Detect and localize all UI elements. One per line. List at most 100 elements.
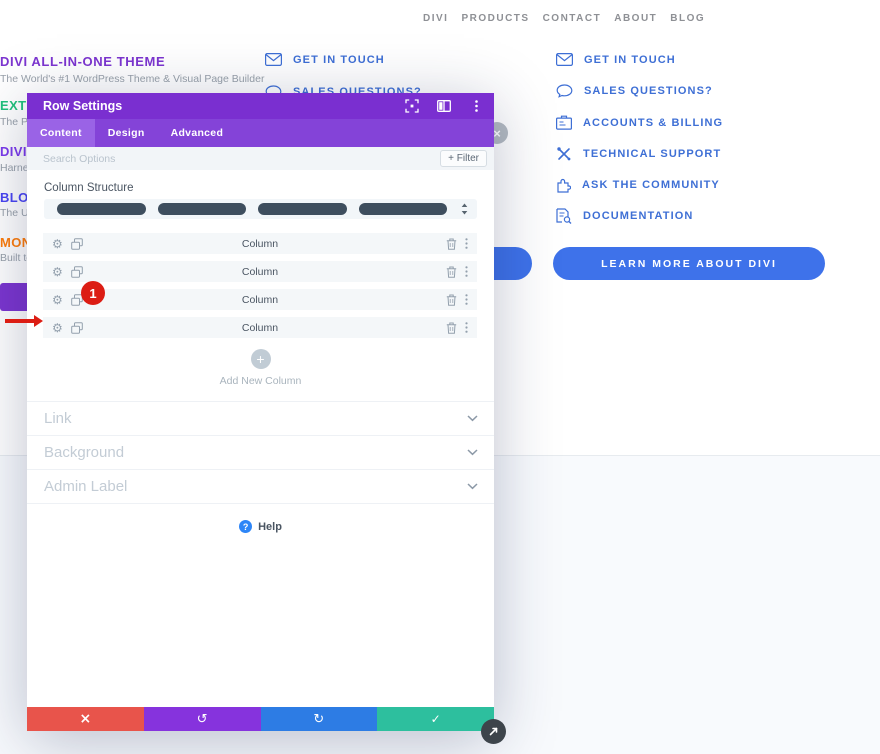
support-link-get-in-touch[interactable]: GET IN TOUCH xyxy=(556,53,676,66)
column-row-label: Column xyxy=(43,322,477,334)
chevron-down-icon xyxy=(467,415,478,422)
trash-icon[interactable] xyxy=(446,266,457,278)
support-link-technical-support[interactable]: TECHNICAL SUPPORT xyxy=(556,146,721,162)
gear-icon[interactable]: ⚙ xyxy=(52,322,63,334)
modal-resize-handle[interactable] xyxy=(481,719,506,744)
modal-body: Column Structure Column ⚙ xyxy=(27,182,494,533)
column-structure-bar xyxy=(258,203,347,215)
gear-icon[interactable]: ⚙ xyxy=(52,294,63,306)
support-link-sales-questions[interactable]: SALES QUESTIONS? xyxy=(556,84,713,98)
kebab-menu-icon[interactable] xyxy=(465,322,468,333)
support-link-label[interactable]: DOCUMENTATION xyxy=(583,210,693,222)
column-list: Column ⚙ Column ⚙ xyxy=(43,233,477,338)
chevron-down-icon xyxy=(467,449,478,456)
learn-more-button[interactable]: LEARN MORE ABOUT DIVI xyxy=(553,247,825,280)
nav-item-contact[interactable]: CONTACT xyxy=(543,13,602,24)
support-link-label[interactable]: ACCOUNTS & BILLING xyxy=(583,117,723,129)
support-link-accounts-billing[interactable]: ACCOUNTS & BILLING xyxy=(556,115,723,130)
column-structure-bar xyxy=(158,203,247,215)
stepper-arrows-icon[interactable] xyxy=(461,203,468,215)
envelope-icon xyxy=(265,53,282,66)
kebab-menu-icon[interactable] xyxy=(468,98,484,114)
column-structure-label: Column Structure xyxy=(44,182,477,194)
undo-button[interactable]: ↺ xyxy=(144,707,261,731)
tab-advanced[interactable]: Advanced xyxy=(158,119,237,147)
column-row-label: Column xyxy=(43,238,477,250)
column-row-2[interactable]: Column ⚙ xyxy=(43,261,477,282)
modal-footer: × ↺ ↻ ✓ xyxy=(27,707,494,731)
document-search-icon xyxy=(556,208,572,224)
gear-icon[interactable]: ⚙ xyxy=(52,238,63,250)
row-settings-modal: Row Settings Content Design Advanced + F… xyxy=(27,93,494,731)
duplicate-icon[interactable] xyxy=(71,266,83,278)
duplicate-icon[interactable] xyxy=(71,322,83,334)
cancel-button[interactable]: × xyxy=(27,707,144,731)
support-link-label[interactable]: GET IN TOUCH xyxy=(584,54,676,66)
column-row-label: Column xyxy=(43,266,477,278)
section-label: Admin Label xyxy=(44,478,127,495)
envelope-icon xyxy=(556,53,573,66)
column-row-3[interactable]: Column ⚙ xyxy=(43,289,477,310)
support-link-label[interactable]: SALES QUESTIONS? xyxy=(584,85,713,97)
chevron-down-icon xyxy=(467,483,478,490)
settings-sections: Link Background Admin Label xyxy=(27,401,494,504)
support-link-ask-community[interactable]: ASK THE COMMUNITY xyxy=(556,177,720,193)
column-row-1[interactable]: Column ⚙ xyxy=(43,233,477,254)
redo-icon: ↻ xyxy=(313,712,324,727)
filter-button[interactable]: + Filter xyxy=(440,150,487,167)
check-icon: ✓ xyxy=(431,712,441,726)
search-options-input[interactable] xyxy=(43,153,440,165)
add-new-column: + Add New Column xyxy=(27,349,494,387)
kebab-menu-icon[interactable] xyxy=(465,294,468,305)
support-link-label[interactable]: ASK THE COMMUNITY xyxy=(582,179,720,191)
trash-icon[interactable] xyxy=(446,294,457,306)
product-title-divi: DIVI xyxy=(0,144,27,159)
kebab-menu-icon[interactable] xyxy=(465,266,468,277)
annotation-arrow xyxy=(5,319,34,323)
redo-button[interactable]: ↻ xyxy=(261,707,378,731)
focus-icon[interactable] xyxy=(404,98,420,114)
trash-icon[interactable] xyxy=(446,322,457,334)
section-label: Background xyxy=(44,444,124,461)
help-link[interactable]: ? Help xyxy=(27,520,494,533)
close-icon: × xyxy=(493,126,501,141)
support-link-label[interactable]: TECHNICAL SUPPORT xyxy=(583,148,721,160)
chat-bubble-icon xyxy=(556,84,573,98)
diagonal-arrow-icon xyxy=(487,725,500,738)
column-structure-bar xyxy=(359,203,448,215)
modal-tabbar: Content Design Advanced xyxy=(27,119,494,147)
support-link-documentation[interactable]: DOCUMENTATION xyxy=(556,208,693,224)
trash-icon[interactable] xyxy=(446,238,457,250)
split-view-icon[interactable] xyxy=(436,98,452,114)
undo-icon: ↺ xyxy=(197,712,208,727)
section-background[interactable]: Background xyxy=(27,436,494,470)
plus-icon: + xyxy=(256,349,264,369)
page-title: DIVI ALL-IN-ONE THEME xyxy=(0,54,165,69)
close-icon: × xyxy=(80,711,92,727)
column-structure-bar xyxy=(57,203,146,215)
kebab-menu-icon[interactable] xyxy=(465,238,468,249)
community-icon xyxy=(556,177,571,193)
column-row-4[interactable]: Column ⚙ xyxy=(43,317,477,338)
tab-content[interactable]: Content xyxy=(27,119,95,147)
step-annotation-badge: 1 xyxy=(81,281,105,305)
confirm-button[interactable]: ✓ xyxy=(377,707,494,731)
column-structure-selector[interactable] xyxy=(44,199,477,219)
nav-item-about[interactable]: ABOUT xyxy=(614,13,657,24)
tab-design[interactable]: Design xyxy=(95,119,158,147)
nav-item-divi[interactable]: DIVI xyxy=(423,13,448,24)
modal-header[interactable]: Row Settings xyxy=(27,93,494,119)
nav-item-products[interactable]: PRODUCTS xyxy=(461,13,529,24)
add-column-button[interactable]: + xyxy=(251,349,271,369)
duplicate-icon[interactable] xyxy=(71,238,83,250)
contact-link-get-in-touch-middle[interactable]: GET IN TOUCH xyxy=(265,53,385,66)
contact-link-label[interactable]: GET IN TOUCH xyxy=(293,54,385,66)
gear-icon[interactable]: ⚙ xyxy=(52,266,63,278)
section-link[interactable]: Link xyxy=(27,402,494,436)
tools-icon xyxy=(556,146,572,162)
section-label: Link xyxy=(44,410,72,427)
nav-item-blog[interactable]: BLOG xyxy=(670,13,705,24)
page: DIVI PRODUCTS CONTACT ABOUT BLOG DIVI AL… xyxy=(0,0,880,754)
section-admin-label[interactable]: Admin Label xyxy=(27,470,494,504)
column-row-label: Column xyxy=(43,294,477,306)
